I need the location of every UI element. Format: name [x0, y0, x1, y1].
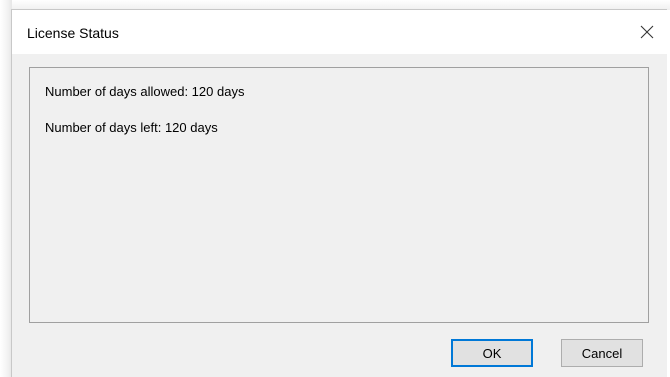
close-icon	[640, 25, 654, 39]
window-title: License Status	[27, 25, 119, 41]
license-info-panel: Number of days allowed: 120 days Number …	[29, 67, 649, 323]
cancel-button[interactable]: Cancel	[561, 339, 643, 367]
days-left-label: Number of days left: 120 days	[45, 120, 218, 135]
close-button[interactable]	[627, 10, 667, 54]
license-status-dialog: License Status Number of days allowed: 1…	[11, 9, 667, 377]
days-allowed-label: Number of days allowed: 120 days	[45, 84, 245, 99]
ok-button[interactable]: OK	[451, 339, 533, 367]
title-bar: License Status	[12, 10, 667, 54]
